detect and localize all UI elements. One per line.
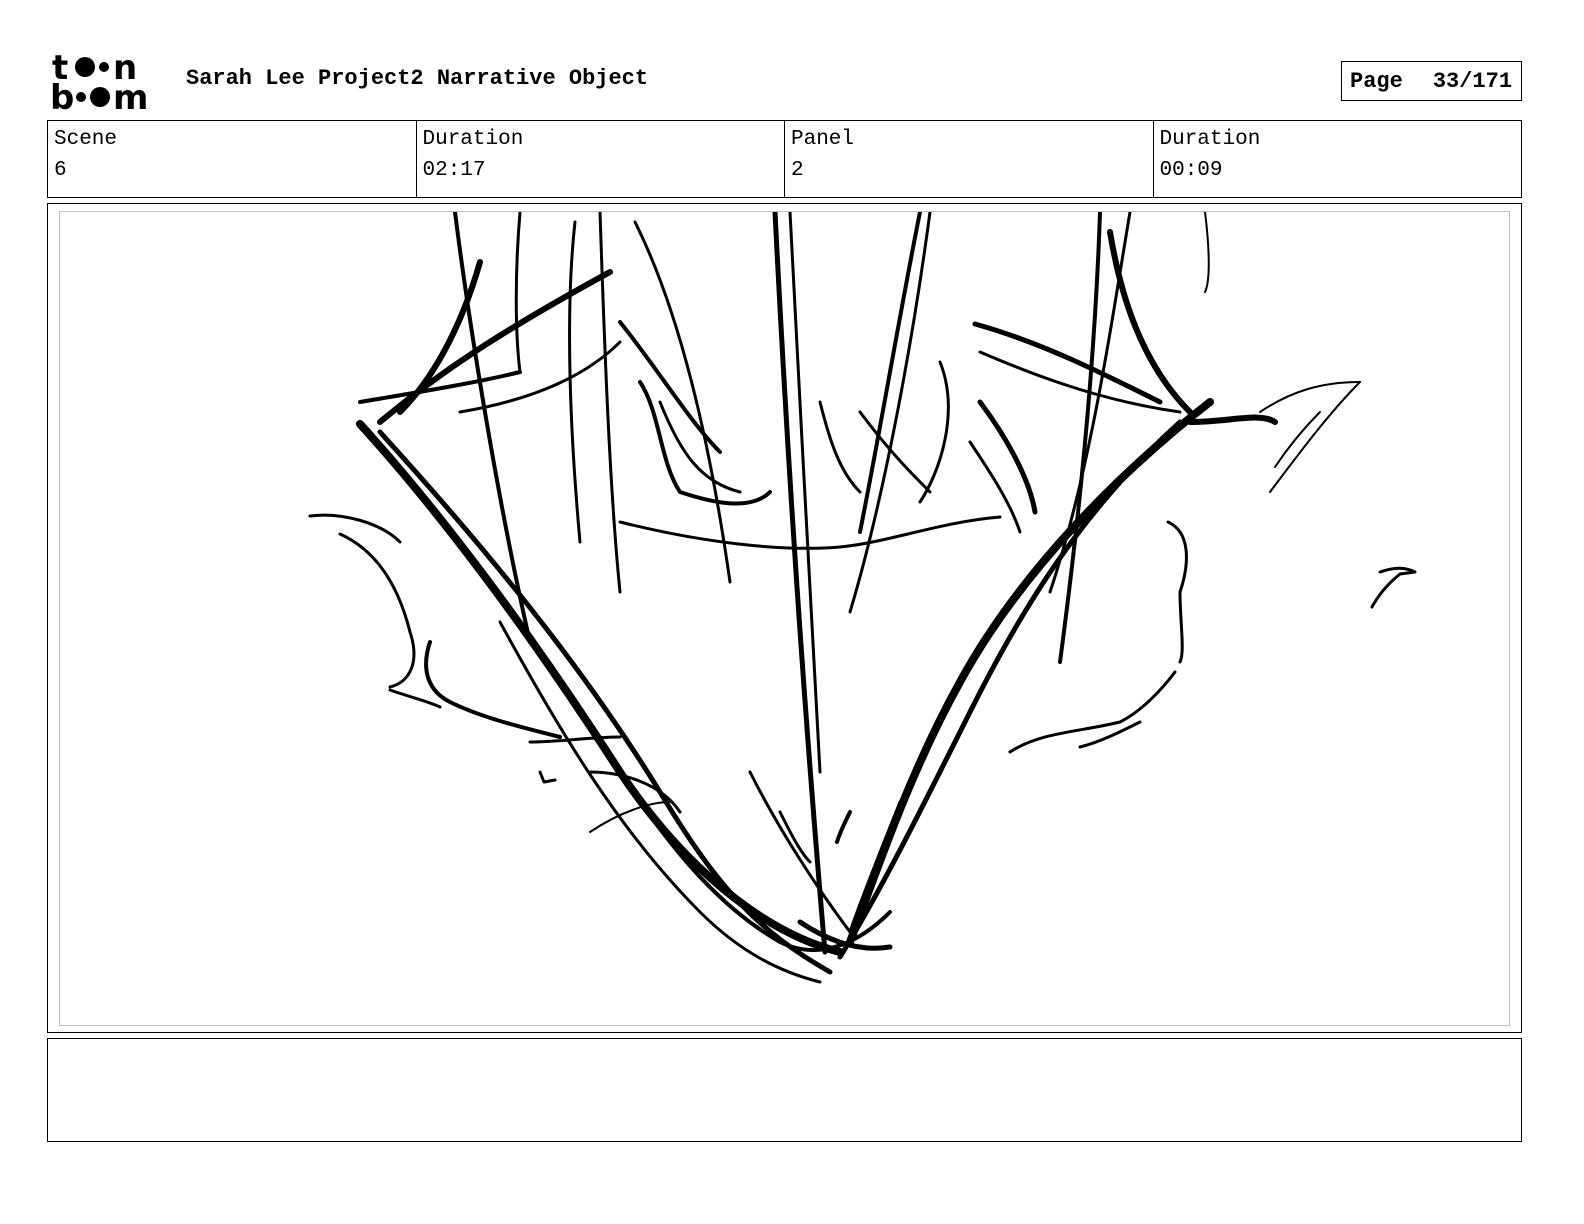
scene-duration-value: 02:17 (422, 159, 486, 182)
scene-label: Scene (54, 128, 118, 151)
page-number: 33/171 (1432, 68, 1513, 94)
logo-letter-b: b (50, 78, 74, 112)
panel-image-area (59, 211, 1510, 1026)
panel-duration-label: Duration (1159, 128, 1261, 151)
panel-notes-box (47, 1038, 1522, 1142)
toonboom-logo: t n b m (50, 52, 164, 112)
logo-dot (76, 92, 86, 102)
storyboard-panel (47, 203, 1522, 1033)
page-label: Page (1350, 68, 1403, 94)
sketch-face-icon (308, 212, 1417, 984)
panel-duration-value: 00:09 (1159, 159, 1223, 182)
panel-cell: Panel 2 (784, 121, 1153, 197)
scene-duration-cell: Duration 02:17 (415, 121, 785, 197)
panel-duration-cell: Duration 00:09 (1152, 121, 1522, 197)
logo-dot (99, 62, 109, 72)
scene-duration-label: Duration (422, 128, 524, 151)
scene-cell: Scene 6 (48, 121, 416, 197)
scene-value: 6 (54, 159, 67, 182)
logo-letter-m: m (113, 78, 148, 112)
page-indicator: Page 33/171 (1341, 61, 1522, 101)
logo-dot (75, 57, 95, 77)
panel-label: Panel (791, 128, 855, 151)
project-title: Sarah Lee Project2 Narrative Object (186, 66, 649, 91)
logo-dot (90, 87, 110, 107)
panel-value: 2 (791, 159, 804, 182)
scene-info-table: Scene 6 Duration 02:17 Panel 2 Duration … (47, 120, 1522, 198)
toonboom-logo-graphic: t n b m (50, 52, 148, 112)
